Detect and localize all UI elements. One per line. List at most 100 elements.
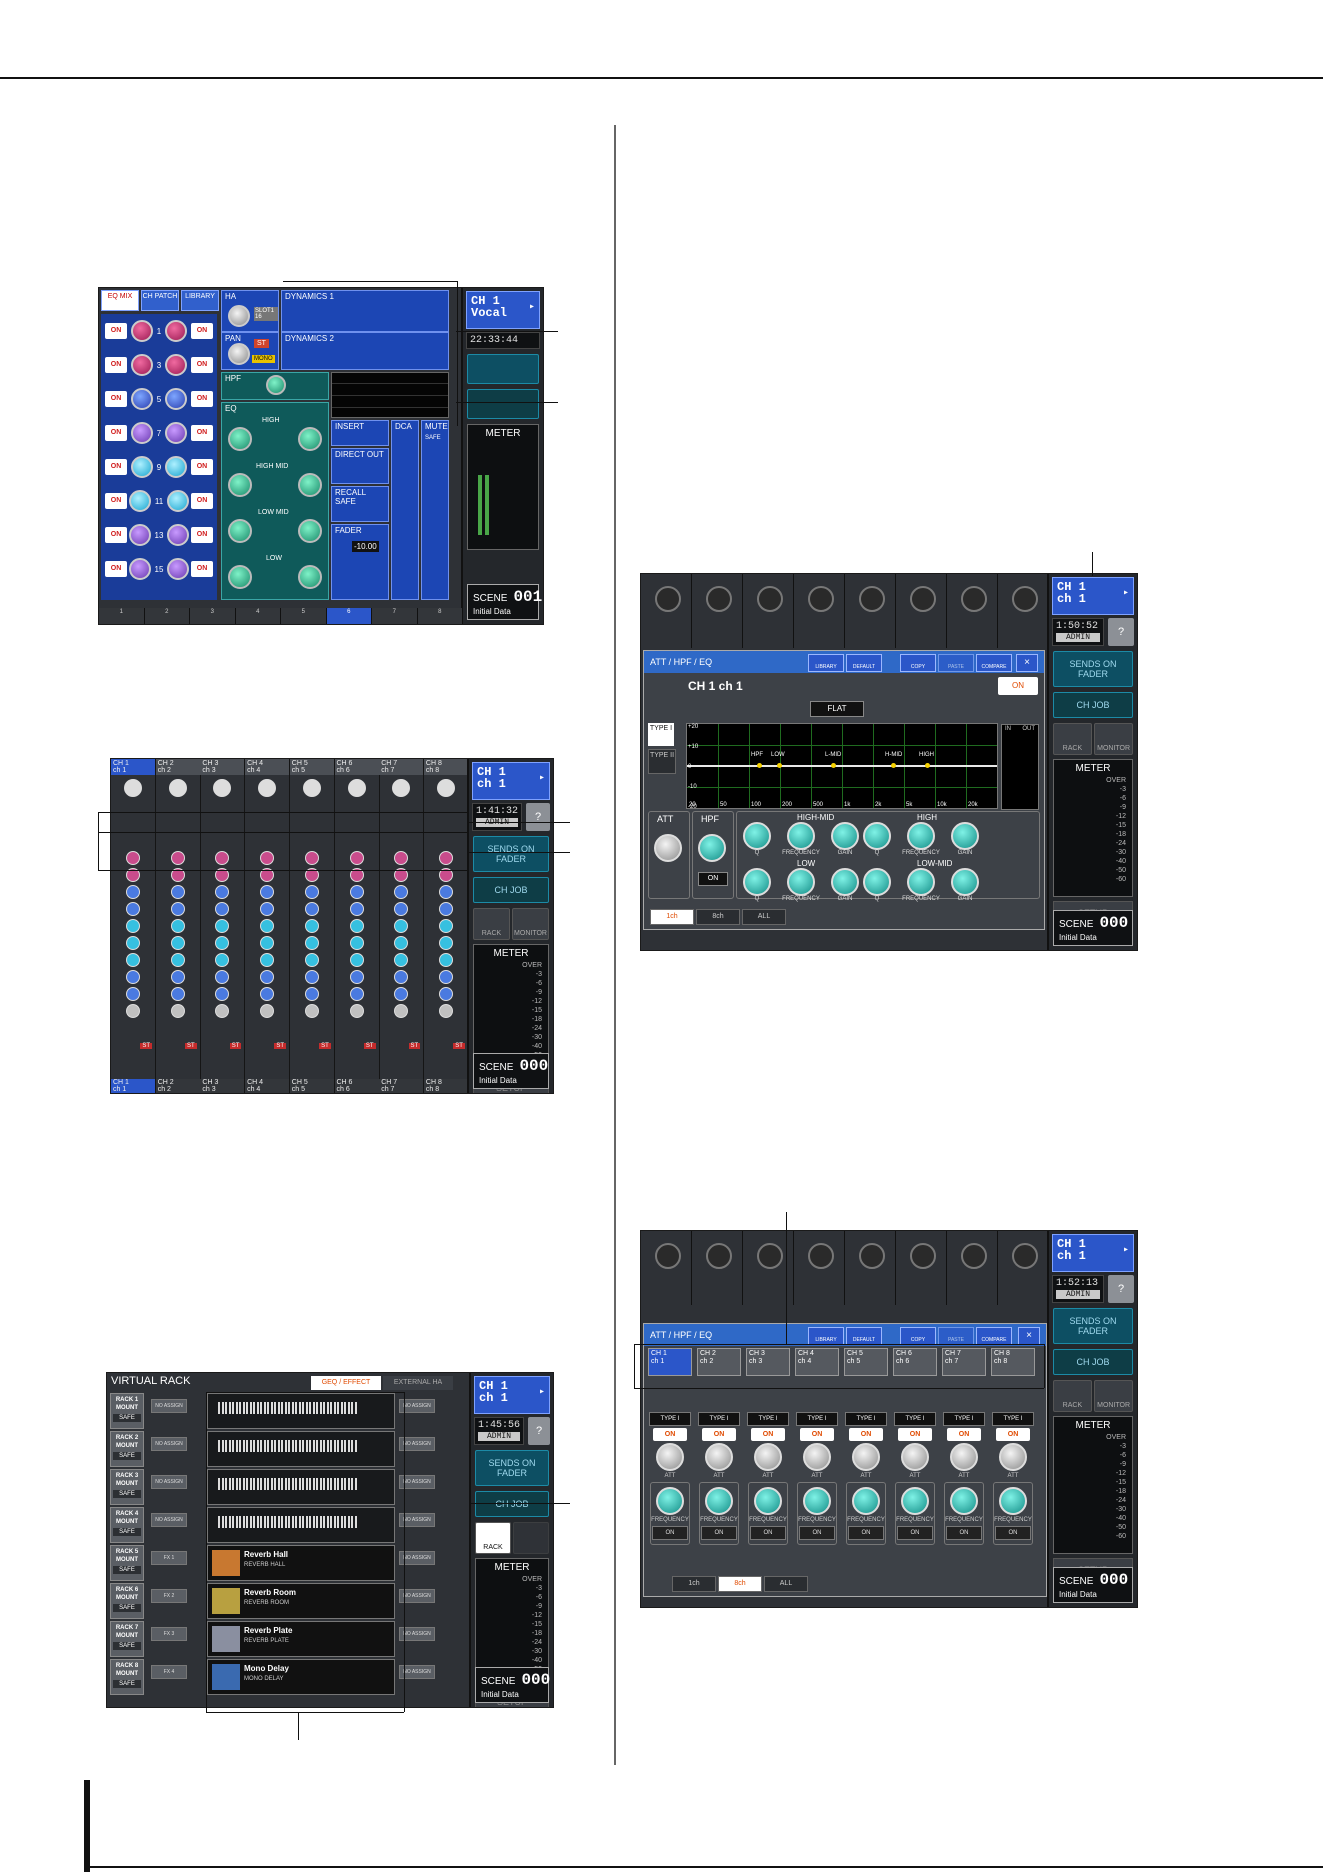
geq-unit[interactable] bbox=[207, 1393, 395, 1429]
mute-block[interactable]: MUTE SAFE bbox=[421, 420, 449, 600]
send-knob[interactable] bbox=[349, 885, 364, 899]
send-knob[interactable] bbox=[126, 902, 140, 916]
eq-high-mid-knob[interactable] bbox=[228, 473, 252, 497]
hpf-on-button[interactable]: ON bbox=[848, 1526, 884, 1540]
meter-panel[interactable]: METER OVER -3 -6 -9 -12 -15 -18 -24 -30 -40 -50 -60 bbox=[1053, 1416, 1133, 1554]
att-knob[interactable] bbox=[901, 1443, 929, 1471]
tab-all[interactable]: ALL bbox=[742, 909, 786, 925]
gain-knob[interactable] bbox=[228, 305, 250, 327]
help-button[interactable]: ? bbox=[1108, 618, 1134, 646]
send-knob[interactable] bbox=[349, 936, 364, 950]
channel-header[interactable]: CH 5 ch 5 bbox=[289, 759, 334, 775]
send-knob[interactable] bbox=[304, 1004, 319, 1018]
att-knob[interactable] bbox=[754, 1443, 782, 1471]
selected-channel-box[interactable]: CH 1 Vocal ▸ bbox=[466, 291, 540, 329]
send-knob[interactable] bbox=[170, 936, 185, 950]
send-knob[interactable] bbox=[394, 885, 409, 899]
send-knob[interactable] bbox=[170, 902, 185, 916]
eq-low-mid-knob-2[interactable] bbox=[298, 519, 322, 543]
send-knob[interactable] bbox=[167, 490, 190, 512]
send-knob[interactable] bbox=[215, 919, 230, 933]
send-knob[interactable] bbox=[215, 851, 230, 865]
on-button[interactable]: ON bbox=[190, 425, 213, 441]
eq-on-button[interactable]: ON bbox=[998, 677, 1038, 695]
on-button[interactable]: ON bbox=[190, 323, 213, 339]
copy-button[interactable]: COPY bbox=[900, 1327, 936, 1345]
send-knob[interactable] bbox=[128, 490, 151, 512]
send-knob[interactable] bbox=[260, 936, 275, 950]
hpf-on-button[interactable]: ON bbox=[897, 1526, 933, 1540]
hpf-on-button[interactable]: ON bbox=[750, 1526, 786, 1540]
hpf-on-button[interactable]: ON bbox=[701, 1526, 737, 1540]
hpf-frequency-knob[interactable] bbox=[901, 1487, 929, 1515]
att-knob[interactable] bbox=[852, 1443, 880, 1471]
send-knob[interactable] bbox=[394, 936, 409, 950]
att-knob[interactable] bbox=[803, 1443, 831, 1471]
send-knob[interactable] bbox=[438, 1004, 453, 1018]
on-button[interactable]: ON bbox=[105, 425, 127, 441]
fader-block[interactable]: FADER -10.00 bbox=[331, 524, 389, 600]
send-knob[interactable] bbox=[438, 936, 453, 950]
hpf-on-button[interactable]: ON bbox=[698, 872, 728, 886]
send-knob[interactable] bbox=[394, 970, 409, 984]
eq-on-button[interactable]: ON bbox=[702, 1428, 736, 1441]
send-knob[interactable] bbox=[126, 851, 140, 865]
eq-band-point[interactable] bbox=[831, 763, 836, 768]
send-knob[interactable] bbox=[126, 987, 140, 1001]
monitor-button[interactable]: MONITOR bbox=[512, 908, 549, 940]
gain-knob[interactable] bbox=[347, 779, 366, 797]
rack-button[interactable]: RACK bbox=[1053, 1380, 1092, 1412]
tab-eq-mix[interactable]: EQ MIX bbox=[101, 290, 139, 311]
channel-footer[interactable]: CH 7 ch 7 bbox=[379, 1079, 424, 1093]
dca-block[interactable]: DCA bbox=[391, 420, 419, 600]
send-knob[interactable] bbox=[126, 919, 140, 933]
send-knob[interactable] bbox=[215, 885, 230, 899]
send-knob[interactable] bbox=[167, 524, 190, 546]
send-knob[interactable] bbox=[260, 902, 275, 916]
send-knob[interactable] bbox=[130, 456, 153, 478]
channel-footer[interactable]: CH 3 ch 3 bbox=[200, 1079, 245, 1093]
on-button[interactable]: ON bbox=[191, 527, 213, 543]
paste-button[interactable]: PASTE bbox=[938, 1327, 974, 1345]
eq-q-knob[interactable] bbox=[743, 822, 771, 850]
send-knob[interactable] bbox=[126, 885, 140, 899]
channel-header[interactable]: CH 6 ch 6 bbox=[334, 759, 379, 775]
send-knob[interactable] bbox=[438, 953, 453, 967]
eq-q-knob[interactable] bbox=[863, 868, 891, 896]
tab-1ch[interactable]: 1ch bbox=[672, 1576, 716, 1592]
send-knob[interactable] bbox=[167, 558, 190, 580]
monitor-button[interactable] bbox=[512, 1522, 549, 1554]
ha-block[interactable]: HA SLOT1 16 bbox=[221, 290, 279, 332]
send-knob[interactable] bbox=[165, 320, 188, 342]
send-knob[interactable] bbox=[130, 320, 153, 342]
send-knob[interactable] bbox=[394, 851, 409, 865]
strip-number[interactable]: 5 bbox=[281, 608, 327, 624]
channel-header[interactable]: CH 7 ch 7 bbox=[379, 759, 424, 775]
ch-job-button[interactable] bbox=[467, 389, 539, 419]
send-knob[interactable] bbox=[394, 919, 409, 933]
pan-block[interactable]: PAN ST MONO bbox=[221, 332, 279, 370]
tab-geq-effect[interactable]: GEQ / EFFECT bbox=[311, 1376, 381, 1390]
eq-low-knob-2[interactable] bbox=[298, 565, 322, 589]
channel-select-button[interactable]: CH 4 ch 4 bbox=[795, 1348, 839, 1376]
strip-number[interactable]: 4 bbox=[236, 608, 281, 624]
eq-frequency-knob[interactable] bbox=[787, 868, 815, 896]
send-knob[interactable] bbox=[304, 919, 319, 933]
hpf-knob[interactable] bbox=[698, 834, 726, 862]
eq-on-button[interactable]: ON bbox=[751, 1428, 785, 1441]
library-button[interactable]: LIBRARY bbox=[808, 654, 844, 672]
hpf-on-button[interactable]: ON bbox=[995, 1526, 1031, 1540]
send-knob[interactable] bbox=[165, 422, 188, 444]
send-knob[interactable] bbox=[170, 919, 185, 933]
eq-low-knob[interactable] bbox=[228, 565, 252, 589]
eq-on-button[interactable]: ON bbox=[898, 1428, 932, 1441]
strip-number[interactable]: 2 bbox=[145, 608, 190, 624]
hpf-frequency-knob[interactable] bbox=[754, 1487, 782, 1515]
on-button[interactable]: ON bbox=[190, 391, 213, 407]
overview-channel-column[interactable]: CH 3 ch 3 ST CH 3 ch 3 bbox=[200, 759, 246, 1093]
eq-band-point[interactable] bbox=[777, 763, 782, 768]
type-button[interactable]: TYPE I bbox=[698, 1412, 740, 1426]
send-knob[interactable] bbox=[170, 885, 185, 899]
send-knob[interactable] bbox=[349, 851, 364, 865]
hpf-block[interactable]: HPF bbox=[221, 372, 329, 400]
